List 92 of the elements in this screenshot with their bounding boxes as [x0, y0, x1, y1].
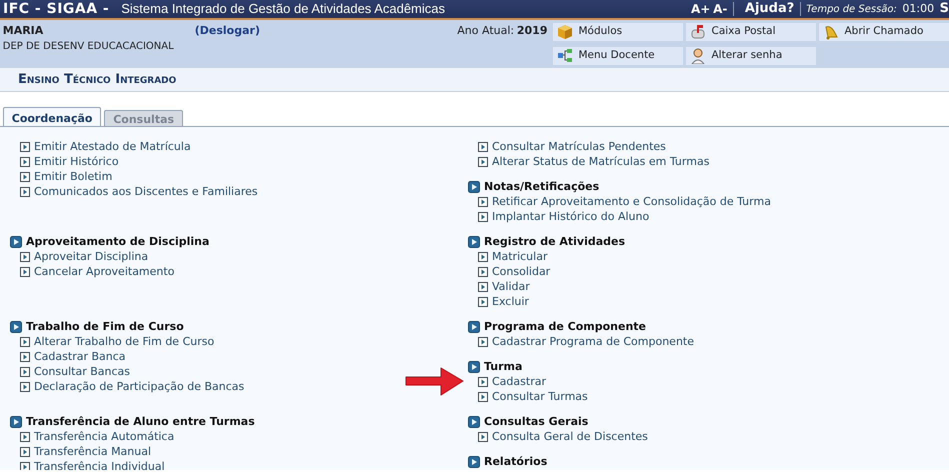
- play-icon: [10, 236, 22, 248]
- menu-link[interactable]: Emitir Boletim: [34, 169, 112, 184]
- section-title: Programa de Componente: [484, 319, 646, 334]
- bullet-icon: [478, 142, 488, 152]
- bell-icon: [823, 24, 839, 40]
- play-icon: [468, 416, 480, 428]
- play-icon: [468, 320, 480, 332]
- menu-link[interactable]: Consolidar: [492, 264, 550, 279]
- play-icon: [468, 456, 480, 468]
- play-icon: [468, 180, 480, 192]
- section-title: Consultas Gerais: [484, 414, 588, 429]
- system-name: IFC - SIGAA -: [2, 0, 110, 18]
- user-name: MARIA: [2, 22, 44, 39]
- play-icon: [468, 360, 480, 372]
- shortcut-button[interactable]: Módulos: [553, 22, 683, 41]
- bullet-icon: [478, 212, 488, 222]
- user-unit: DEP DE DESENV EDUCACACIONAL: [2, 40, 175, 54]
- cube-icon: [557, 24, 573, 40]
- menu-link[interactable]: Retificar Aproveitamento e Consolidação de Turma: [492, 194, 771, 209]
- bullet-icon: [20, 186, 30, 196]
- mailbox-icon: [690, 24, 706, 40]
- bullet-icon: [478, 282, 488, 292]
- font-increase-link[interactable]: A+: [691, 0, 710, 18]
- menu-link[interactable]: Aproveitar Disciplina: [34, 249, 148, 264]
- menu-link[interactable]: Validar: [492, 279, 530, 294]
- menu-link[interactable]: Alterar Trabalho de Fim de Curso: [34, 334, 214, 349]
- bullet-icon: [20, 252, 30, 262]
- module-title: Ensino Técnico Integrado: [17, 70, 176, 89]
- play-icon: [10, 320, 22, 332]
- bullet-icon: [20, 266, 30, 276]
- bullet-icon: [20, 172, 30, 182]
- menu-link[interactable]: Consultar Matrículas Pendentes: [492, 139, 666, 154]
- bullet-icon: [20, 156, 30, 166]
- menu-link[interactable]: Matricular: [492, 249, 548, 264]
- section-title: Registro de Atividades: [484, 234, 626, 249]
- logout-link[interactable]: (Deslogar): [194, 22, 260, 40]
- system-title: Sistema Integrado de Gestão de Atividades Acadêmicas: [121, 0, 445, 18]
- menu-link[interactable]: Consultar Bancas: [34, 364, 130, 379]
- bullet-icon: [20, 142, 30, 152]
- bullet-icon: [478, 376, 488, 386]
- shortcut-button[interactable]: Alterar senha: [686, 46, 816, 65]
- bullet-icon: [478, 392, 488, 402]
- section-title: Notas/Retificações: [484, 179, 600, 194]
- hierarchy-icon: [557, 48, 573, 64]
- menu-link[interactable]: Transferência Manual: [34, 444, 152, 459]
- shortcut-button[interactable]: Caixa Postal: [686, 22, 816, 41]
- year-label: Ano Atual:: [457, 22, 514, 39]
- bullet-icon: [478, 296, 488, 306]
- session-time: 01:00: [902, 0, 934, 17]
- help-link[interactable]: Ajuda?: [744, 0, 794, 19]
- bullet-icon: [20, 366, 30, 376]
- bullet-icon: [478, 432, 488, 442]
- session-label: Tempo de Sessão:: [806, 2, 897, 16]
- cut-label: S: [940, 0, 949, 18]
- font-decrease-link[interactable]: A-: [713, 0, 728, 18]
- bullet-icon: [478, 266, 488, 276]
- menu-link[interactable]: Consulta Geral de Discentes: [492, 429, 648, 444]
- section-title: Trabalho de Fim de Curso: [26, 319, 184, 334]
- menu-link[interactable]: Declaração de Participação de Bancas: [34, 379, 244, 394]
- shortcut-button[interactable]: Abrir Chamado: [819, 22, 949, 41]
- menu-link[interactable]: Emitir Histórico: [34, 154, 119, 169]
- menu-link[interactable]: Implantar Histórico do Aluno: [492, 209, 650, 224]
- menu-link[interactable]: Cadastrar Programa de Componente: [492, 334, 694, 349]
- tab[interactable]: Coordenação: [2, 107, 102, 126]
- bullet-icon: [20, 352, 30, 362]
- bullet-icon: [478, 336, 488, 346]
- current-year: 2019: [516, 22, 548, 39]
- shortcut-button[interactable]: Menu Docente: [553, 46, 683, 65]
- section-title: Transferência de Aluno entre Turmas: [26, 414, 255, 429]
- bullet-icon: [20, 432, 30, 442]
- menu-link[interactable]: Consultar Turmas: [492, 389, 588, 404]
- menu-link[interactable]: Cadastrar: [492, 374, 546, 389]
- bullet-icon: [20, 336, 30, 346]
- menu-link[interactable]: Alterar Status de Matrículas em Turmas: [492, 154, 710, 169]
- section-title: Aproveitamento de Disciplina: [26, 234, 210, 249]
- person-icon: [690, 48, 706, 64]
- bullet-icon: [478, 196, 488, 206]
- play-icon: [10, 416, 22, 428]
- menu-link[interactable]: Transferência Individual: [34, 459, 165, 470]
- menu-link[interactable]: Excluir: [492, 294, 529, 309]
- menu-link[interactable]: Cadastrar Banca: [34, 349, 126, 364]
- bullet-icon: [478, 252, 488, 262]
- menu-link[interactable]: Emitir Atestado de Matrícula: [34, 139, 191, 154]
- bullet-icon: [20, 382, 30, 392]
- play-icon: [468, 236, 480, 248]
- section-title: Relatórios: [484, 454, 548, 469]
- menu-link[interactable]: Comunicados aos Discentes e Familiares: [34, 184, 258, 199]
- bullet-icon: [20, 446, 30, 456]
- menu-link[interactable]: Cancelar Aproveitamento: [34, 264, 174, 279]
- bullet-icon: [478, 156, 488, 166]
- menu-link[interactable]: Transferência Automática: [34, 429, 174, 444]
- section-title: Turma: [484, 359, 522, 374]
